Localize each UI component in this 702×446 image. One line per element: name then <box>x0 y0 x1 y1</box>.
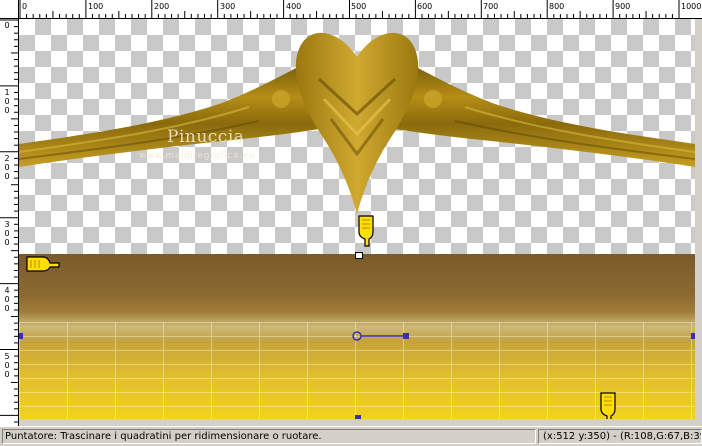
ruler-label-600: 600 <box>417 2 433 11</box>
image-canvas[interactable]: Pinuccia www.maidiregrafica.eu <box>19 19 695 419</box>
hand-pointing-down-icon-bottom <box>600 392 616 419</box>
ruler-label-0: 0 <box>22 2 28 11</box>
ruler-label-1000: 1000 <box>681 2 702 11</box>
ruler-label-800: 800 <box>549 2 565 11</box>
rotate-handle-icon[interactable] <box>349 329 411 343</box>
vruler-label-500: 5 0 0 <box>4 352 10 379</box>
vruler-label-300: 3 0 0 <box>4 220 10 247</box>
ruler-label-500: 500 <box>351 2 367 11</box>
hand-pointing-down-icon <box>358 215 374 247</box>
ruler-label-200: 200 <box>154 2 170 11</box>
ruler-label-900: 900 <box>615 2 631 11</box>
watermark-title: Pinuccia <box>167 127 245 147</box>
horizontal-ruler[interactable]: 0 100 200 300 400 500 600 700 800 900 10… <box>0 0 702 19</box>
ruler-corner <box>0 0 19 19</box>
workspace-right-margin <box>695 19 702 426</box>
ruler-label-400: 400 <box>286 2 302 11</box>
ruler-label-700: 700 <box>483 2 499 11</box>
status-coordinates: (x:512 y:350) - (R:108,G:67,B:39 <box>538 429 702 444</box>
vruler-label-0: 0 <box>4 21 10 30</box>
status-bar: Puntatore: Trascinare i quadratini per r… <box>0 426 702 446</box>
ruler-label-300: 300 <box>220 2 236 11</box>
top-center-handle[interactable] <box>355 252 363 259</box>
vertical-ruler[interactable]: 0 1 0 0 2 0 0 3 0 0 4 0 0 5 0 0 <box>0 18 19 426</box>
watermark-url: www.maidiregrafica.eu <box>139 151 255 161</box>
vruler-label-200: 2 0 0 <box>4 154 10 181</box>
ruler-label-100: 100 <box>88 2 104 11</box>
status-hint: Puntatore: Trascinare i quadratini per r… <box>2 429 536 444</box>
hand-pointing-right-icon <box>26 256 60 272</box>
vruler-label-100: 1 0 0 <box>4 88 10 115</box>
workspace-bottom-margin <box>19 419 702 426</box>
paint-shop-pro-workspace: 0 100 200 300 400 500 600 700 800 900 10… <box>0 0 702 446</box>
vruler-label-400: 4 0 0 <box>4 286 10 313</box>
left-middle-handle[interactable] <box>19 333 23 339</box>
